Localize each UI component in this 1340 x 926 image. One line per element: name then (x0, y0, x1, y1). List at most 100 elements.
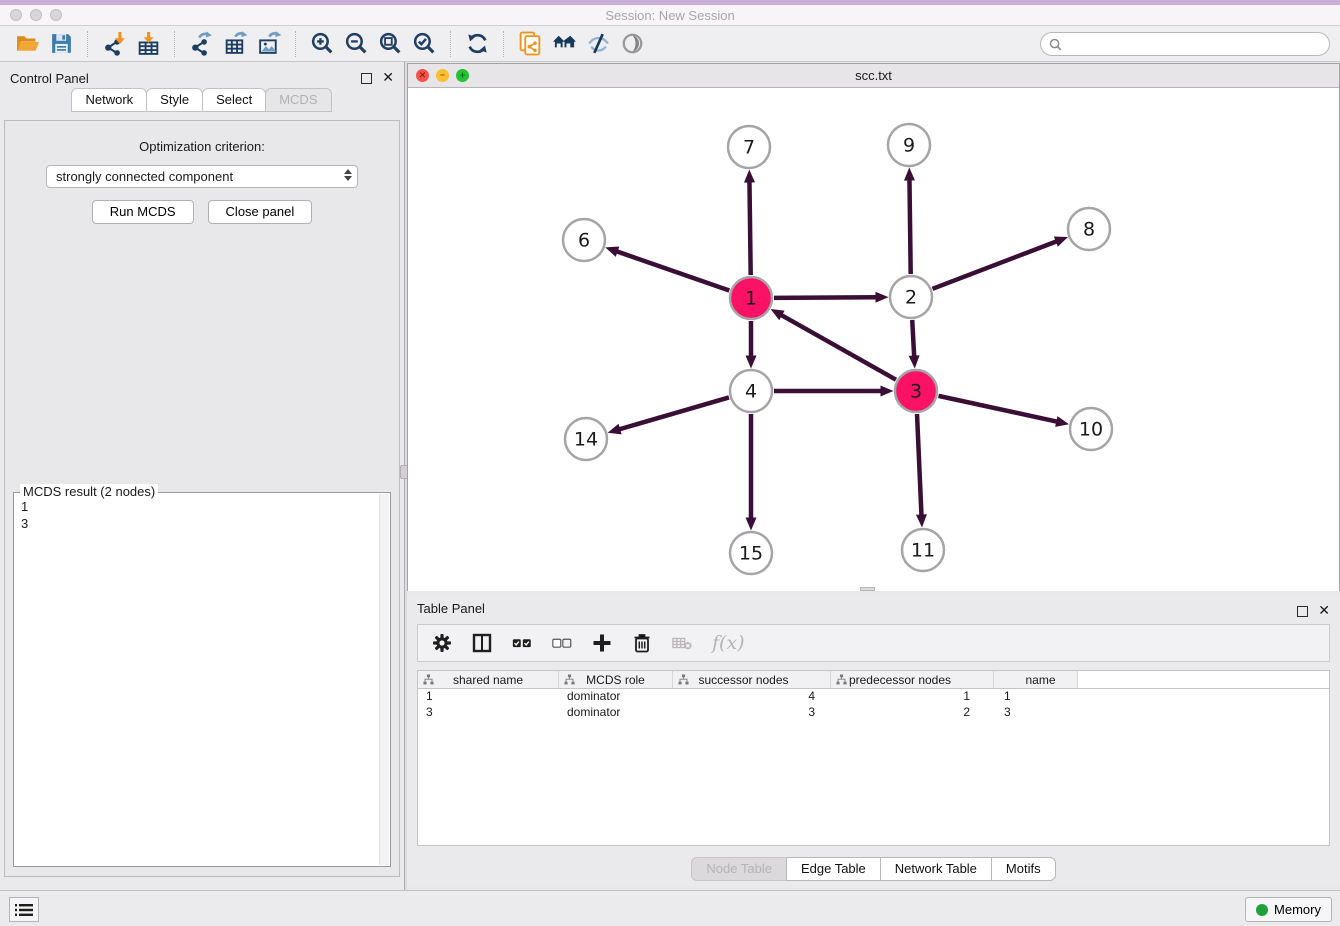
edge-3-1[interactable] (781, 315, 896, 380)
tab-style[interactable]: Style (146, 88, 203, 112)
export-image-button[interactable] (252, 29, 286, 59)
minimize-network-button[interactable]: − (436, 69, 449, 82)
select-all-columns-button[interactable] (512, 633, 532, 653)
create-column-button[interactable] (592, 633, 612, 653)
hide-selected-button[interactable] (581, 29, 615, 59)
svg-text:6: 6 (578, 230, 590, 252)
unselect-all-columns-button[interactable] (552, 633, 572, 653)
table-cell[interactable]: 2 (831, 705, 994, 721)
table-row[interactable]: 1dominator411 (418, 689, 1329, 705)
import-table-button[interactable] (131, 29, 165, 59)
tab-select[interactable]: Select (202, 88, 266, 112)
table-cell[interactable]: 4 (673, 689, 831, 705)
table-settings-button[interactable] (432, 633, 452, 653)
table-cell[interactable]: dominator (559, 689, 673, 705)
float-panel-icon[interactable] (361, 73, 372, 84)
horizontal-splitter-grip[interactable] (860, 587, 875, 591)
close-table-panel-icon[interactable]: ✕ (1318, 602, 1330, 619)
close-network-button[interactable]: ✕ (416, 69, 429, 82)
node-8[interactable]: 8 (1068, 208, 1110, 250)
edge-3-10[interactable] (938, 396, 1057, 422)
result-item: 1 (21, 498, 389, 515)
table-cell[interactable]: 3 (673, 705, 831, 721)
node-3[interactable]: 3 (895, 370, 937, 412)
zoom-in-button[interactable] (305, 29, 339, 59)
node-2[interactable]: 2 (890, 276, 932, 318)
mcds-tab-content: Optimization criterion: strongly connect… (4, 120, 400, 877)
edge-3-11[interactable] (917, 414, 921, 516)
table-header-row: shared nameMCDS rolesuccessor nodesprede… (418, 671, 1329, 689)
tab-motifs[interactable]: Motifs (991, 857, 1056, 881)
column-header-predecessor-nodes[interactable]: predecessor nodes (831, 671, 994, 688)
table-cell[interactable]: dominator (559, 705, 673, 721)
table-row[interactable]: 3dominator323 (418, 705, 1329, 721)
delete-table-button[interactable] (672, 633, 692, 653)
zoom-fit-button[interactable] (373, 29, 407, 59)
node-1[interactable]: 1 (730, 277, 772, 319)
criterion-dropdown[interactable]: strongly connected component (46, 165, 358, 188)
open-session-button[interactable] (10, 29, 44, 59)
show-column-panel-button[interactable] (472, 633, 492, 653)
minimize-window-button[interactable] (30, 9, 42, 21)
column-header-successor-nodes[interactable]: successor nodes (673, 671, 831, 688)
toolbar-separator (503, 31, 504, 57)
apply-layout-button[interactable] (460, 29, 494, 59)
edge-1-6[interactable] (616, 251, 729, 290)
node-10[interactable]: 10 (1070, 408, 1112, 450)
run-mcds-button[interactable]: Run MCDS (92, 200, 194, 224)
show-task-history-button[interactable] (9, 897, 39, 922)
close-panel-icon[interactable]: ✕ (382, 69, 394, 86)
memory-button[interactable]: Memory (1245, 897, 1332, 922)
export-table-button[interactable] (218, 29, 252, 59)
import-network-button[interactable] (97, 29, 131, 59)
node-14[interactable]: 14 (565, 418, 607, 460)
maximize-window-button[interactable] (50, 9, 62, 21)
edge-4-14[interactable] (619, 397, 729, 429)
column-header-shared-name[interactable]: shared name (418, 671, 559, 688)
edge-2-9[interactable] (909, 179, 910, 274)
result-scrollbar[interactable] (379, 494, 389, 865)
node-7[interactable]: 7 (728, 126, 770, 168)
node-4[interactable]: 4 (730, 370, 772, 412)
tab-node-table[interactable]: Node Table (691, 857, 787, 881)
table-cell[interactable]: 3 (994, 705, 1078, 721)
close-panel-button[interactable]: Close panel (208, 200, 313, 224)
network-graph[interactable]: 7 9 6 8 1 2 4 3 14 10 15 11 (408, 88, 1339, 591)
zoom-out-button[interactable] (339, 29, 373, 59)
column-header-MCDS-role[interactable]: MCDS role (559, 671, 673, 688)
show-all-button[interactable] (615, 29, 649, 59)
first-neighbors-button[interactable] (547, 29, 581, 59)
table-cell[interactable]: 1 (994, 689, 1078, 705)
network-window-controls: ✕ − + (416, 69, 469, 82)
tab-network[interactable]: Network (71, 88, 147, 112)
tab-network-table[interactable]: Network Table (880, 857, 992, 881)
search-input[interactable] (1067, 37, 1321, 52)
table-cell[interactable]: 1 (831, 689, 994, 705)
column-header-name[interactable]: name (994, 671, 1078, 688)
save-session-button[interactable] (44, 29, 78, 59)
zoom-out-icon (344, 31, 369, 56)
maximize-network-button[interactable]: + (456, 69, 469, 82)
node-9[interactable]: 9 (888, 124, 930, 166)
close-window-button[interactable] (10, 9, 22, 21)
table-panel-header: Table Panel ✕ (407, 596, 1340, 620)
table-cell[interactable]: 1 (418, 689, 559, 705)
function-builder-button[interactable]: f(x) (712, 632, 745, 654)
clone-network-button[interactable] (513, 29, 547, 59)
export-network-button[interactable] (184, 29, 218, 59)
zoom-selected-button[interactable] (407, 29, 441, 59)
edge-1-2[interactable] (774, 297, 877, 298)
tab-edge-table[interactable]: Edge Table (786, 857, 881, 881)
node-11[interactable]: 11 (902, 529, 944, 571)
tab-mcds[interactable]: MCDS (265, 88, 331, 112)
hierarchy-icon (836, 674, 847, 685)
edge-2-8[interactable] (932, 241, 1057, 289)
table-cell[interactable]: 3 (418, 705, 559, 721)
edge-1-7[interactable] (749, 181, 750, 275)
float-table-panel-icon[interactable] (1297, 606, 1308, 617)
node-15[interactable]: 15 (730, 532, 772, 574)
network-canvas[interactable]: 7 9 6 8 1 2 4 3 14 10 15 11 (408, 88, 1339, 591)
edge-2-3[interactable] (912, 320, 914, 357)
node-6[interactable]: 6 (563, 219, 605, 261)
delete-column-button[interactable] (632, 633, 652, 653)
